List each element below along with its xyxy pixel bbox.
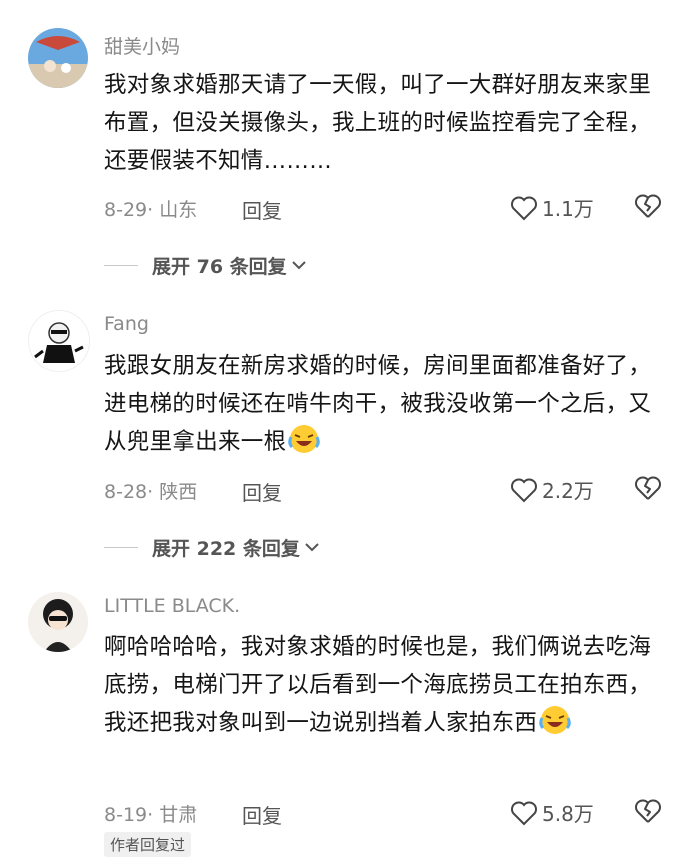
laughing-crying-emoji-icon: [288, 425, 321, 453]
username[interactable]: 甜美小妈: [104, 32, 180, 59]
like-button[interactable]: 2.2万: [510, 475, 594, 504]
like-count: 2.2万: [542, 479, 594, 503]
username[interactable]: LITTLE BLACK.: [104, 595, 240, 617]
reply-button[interactable]: 回复: [242, 800, 282, 829]
heart-outline-icon: [511, 801, 537, 825]
heart-outline-icon: [511, 196, 537, 220]
reply-button[interactable]: 回复: [242, 195, 282, 224]
comment-time: 8-19· 甘肃: [104, 804, 198, 826]
broken-heart-icon: [635, 194, 661, 218]
comment-text: 我跟女朋友在新房求婚的时候，房间里面都准备好了，进电梯的时候还在啃牛肉干，被我没…: [104, 353, 652, 455]
comment-time: 8-29· 山东: [104, 199, 198, 221]
broken-heart-icon: [635, 799, 661, 823]
divider-line: [104, 264, 138, 266]
comment-meta: 8-19· 甘肃 回复 5.8万: [104, 798, 690, 828]
avatar[interactable]: [28, 310, 90, 372]
like-count: 1.1万: [542, 197, 594, 221]
expand-replies-button[interactable]: 展开 76 条回复: [104, 250, 307, 280]
dislike-button[interactable]: [634, 475, 662, 506]
like-count: 5.8万: [542, 802, 594, 826]
dislike-button[interactable]: [634, 193, 662, 224]
author-replied-badge: 作者回复过: [104, 832, 192, 857]
comment-meta: 8-28· 陕西 回复 2.2万: [104, 475, 690, 505]
dislike-button[interactable]: [634, 798, 662, 829]
like-button[interactable]: 1.1万: [510, 193, 594, 222]
divider-line: [104, 546, 138, 548]
avatar[interactable]: [28, 28, 88, 88]
expand-replies-button[interactable]: 展开 222 条回复: [104, 532, 320, 562]
chevron-down-icon: [305, 543, 319, 552]
comment-text: 我对象求婚那天请了一天假，叫了一大群好朋友来家里布置，但没关摄像头，我上班的时候…: [104, 72, 652, 174]
heart-outline-icon: [511, 478, 537, 502]
expand-replies-label: 展开 76 条回复: [152, 255, 287, 278]
comment-time: 8-28· 陕西: [104, 481, 198, 503]
chevron-down-icon: [291, 261, 306, 270]
username[interactable]: Fang: [104, 313, 149, 335]
reply-button[interactable]: 回复: [242, 477, 282, 506]
comment-text: 啊哈哈哈哈，我对象求婚的时候也是，我们俩说去吃海底捞，电梯门开了以后看到一个海底…: [104, 634, 652, 736]
broken-heart-icon: [635, 476, 661, 500]
laughing-crying-emoji-icon: [539, 706, 571, 734]
like-button[interactable]: 5.8万: [510, 798, 594, 827]
avatar[interactable]: [28, 592, 88, 652]
expand-replies-label: 展开 222 条回复: [152, 537, 300, 560]
comment-meta: 8-29· 山东 回复 1.1万: [104, 193, 690, 223]
